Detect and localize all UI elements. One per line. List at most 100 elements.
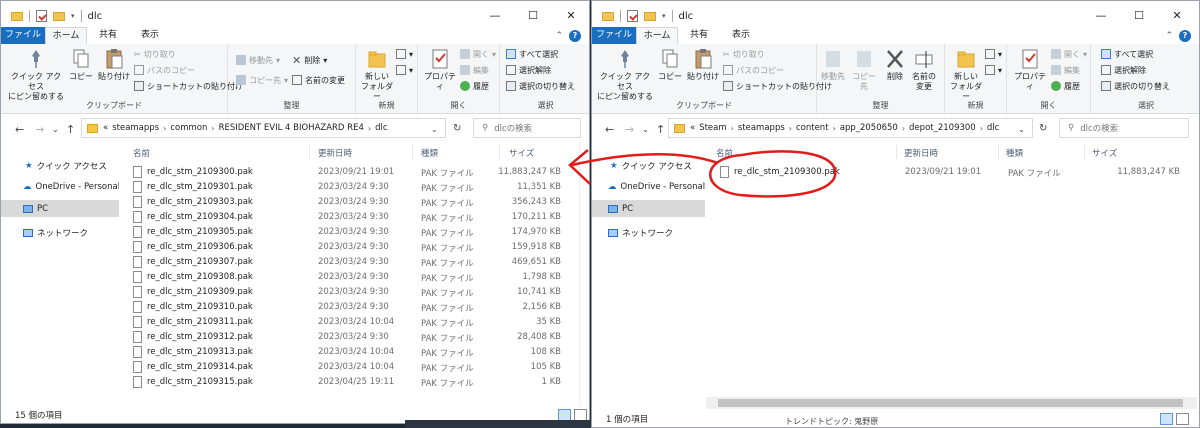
back-icon[interactable]: ← <box>605 123 614 136</box>
new-folder-button[interactable]: 新しい フォルダー <box>360 48 394 102</box>
pin-quick-access-button[interactable]: クイック アクセス にピン留めする <box>596 48 654 102</box>
tab-share[interactable]: 共有 <box>87 27 129 44</box>
breadcrumb-item[interactable]: Steam <box>699 123 726 133</box>
paste-button[interactable]: 貼り付け <box>686 48 720 82</box>
chevron-down-icon[interactable]: ▾ <box>662 12 666 20</box>
column-divider[interactable] <box>1084 145 1085 159</box>
vertical-scrollbar[interactable] <box>579 141 589 405</box>
file-row[interactable]: re_dlc_stm_2109309.pak 2023/03/24 9:30 PAK… <box>119 285 579 300</box>
paste-shortcut-button[interactable]: ショートカットの貼り付け <box>723 80 832 92</box>
edit-button[interactable]: 編集 <box>460 64 489 76</box>
properties-icon[interactable] <box>627 10 638 22</box>
minimize-icon[interactable]: — <box>476 5 514 27</box>
maximize-icon[interactable]: ☐ <box>514 5 552 27</box>
chevron-down-icon[interactable]: ⌄ <box>52 125 59 134</box>
chevron-right-icon[interactable]: › <box>980 124 983 133</box>
column-divider[interactable] <box>309 145 310 159</box>
chevron-right-icon[interactable]: › <box>368 124 371 133</box>
chevron-down-icon[interactable]: ⌄ <box>431 125 438 134</box>
file-row[interactable]: re_dlc_stm_2109314.pak 2023/03/24 10:04 PA… <box>119 360 579 375</box>
file-row[interactable]: re_dlc_stm_2109313.pak 2023/03/24 10:04 PA… <box>119 345 579 360</box>
nav-item-pc[interactable]: PC <box>592 200 705 217</box>
select-all-button[interactable]: すべて選択 <box>506 48 558 60</box>
column-header-date[interactable]: 更新日時 <box>904 147 938 159</box>
pin-quick-access-button[interactable]: クイック アクセス にピン留めする <box>7 48 65 102</box>
history-button[interactable]: 履歴 <box>1051 80 1080 92</box>
refresh-icon[interactable]: ↻ <box>453 123 461 134</box>
invert-selection-button[interactable]: 選択の切り替え <box>506 80 575 92</box>
new-folder-button[interactable]: 新しい フォルダー <box>949 48 983 102</box>
close-icon[interactable]: ✕ <box>1158 5 1196 27</box>
file-row[interactable]: re_dlc_stm_2109307.pak 2023/03/24 9:30 PAK… <box>119 255 579 270</box>
forward-icon[interactable]: → <box>35 123 44 136</box>
open-button[interactable]: 開く ▾ <box>460 48 496 60</box>
help-icon[interactable]: ? <box>1179 29 1191 42</box>
chevron-down-icon[interactable]: ▾ <box>71 12 75 20</box>
nav-item-pc[interactable]: PC <box>1 200 119 217</box>
cut-button[interactable]: ✂ 切り取り <box>134 48 176 60</box>
column-header-type[interactable]: 種類 <box>1006 147 1023 159</box>
address-bar[interactable]: « steamapps › common › RESIDENT EVIL 4 BIO… <box>81 118 446 138</box>
copy-path-button[interactable]: パスのコピー <box>134 64 195 76</box>
scrollbar-thumb[interactable] <box>718 399 1183 407</box>
tab-share[interactable]: 共有 <box>678 27 720 44</box>
file-row[interactable]: re_dlc_stm_2109315.pak 2023/04/25 19:11 PA… <box>119 375 579 390</box>
chevron-right-icon[interactable]: › <box>833 124 836 133</box>
nav-item-quick-access[interactable]: ★ クイック アクセス <box>1 157 119 174</box>
breadcrumb-item[interactable]: dlc <box>375 123 387 133</box>
large-icons-view-icon[interactable] <box>1176 413 1189 425</box>
copy-button[interactable]: コピー <box>69 48 93 82</box>
tab-view[interactable]: 表示 <box>720 27 762 44</box>
help-icon[interactable]: ? <box>569 29 581 42</box>
chevron-up-icon[interactable]: ⌃ <box>555 31 563 41</box>
cut-button[interactable]: ✂ 切り取り <box>723 48 765 60</box>
search-input[interactable]: ⚲ dlcの検索 <box>473 118 581 138</box>
column-header-date[interactable]: 更新日時 <box>318 147 352 159</box>
column-header-name[interactable]: 名前 <box>133 147 150 159</box>
copy-to-button[interactable]: コピー先 <box>849 48 879 92</box>
chevron-right-icon[interactable]: › <box>163 124 166 133</box>
select-none-button[interactable]: 選択解除 <box>1101 64 1146 76</box>
chevron-down-icon[interactable]: ⌄ <box>642 125 649 134</box>
file-row[interactable]: re_dlc_stm_2109303.pak 2023/03/24 9:30 PAK… <box>119 195 579 210</box>
file-row[interactable]: re_dlc_stm_2109300.pak 2023/09/21 19:01 PA… <box>706 165 1198 180</box>
breadcrumb-item[interactable]: steamapps <box>738 123 785 133</box>
chevron-right-icon[interactable]: › <box>211 124 214 133</box>
nav-item-quick-access[interactable]: ★ クイック アクセス <box>592 157 705 174</box>
chevron-right-icon[interactable]: › <box>902 124 905 133</box>
paste-button[interactable]: 貼り付け <box>97 48 131 82</box>
delete-button[interactable]: ✕ 削除 ▾ <box>292 54 327 67</box>
copy-to-button[interactable]: コピー先 ▾ <box>236 74 288 86</box>
breadcrumb-item[interactable]: content <box>796 123 829 133</box>
invert-selection-button[interactable]: 選択の切り替え <box>1101 80 1170 92</box>
file-row[interactable]: re_dlc_stm_2109308.pak 2023/03/24 9:30 PAK… <box>119 270 579 285</box>
new-item-button[interactable]: ▾ <box>985 48 1002 60</box>
tab-home[interactable]: ホーム <box>45 27 87 44</box>
column-divider[interactable] <box>896 145 897 159</box>
tab-file[interactable]: ファイル <box>592 27 636 44</box>
address-bar[interactable]: « Steam › steamapps › content › app_2050650… <box>668 118 1033 138</box>
select-none-button[interactable]: 選択解除 <box>506 64 551 76</box>
chevron-right-icon[interactable]: › <box>789 124 792 133</box>
column-header-size[interactable]: サイズ <box>509 147 534 159</box>
column-divider[interactable] <box>412 145 413 159</box>
new-item-button[interactable]: ▾ <box>396 48 413 60</box>
history-button[interactable]: 履歴 <box>460 80 489 92</box>
easy-access-button[interactable]: ▾ <box>396 64 413 76</box>
chevron-right-icon[interactable]: › <box>731 124 734 133</box>
easy-access-button[interactable]: ▾ <box>985 64 1002 76</box>
address-prefix[interactable]: « <box>690 123 695 133</box>
rename-button[interactable]: 名前の変更 <box>292 74 345 86</box>
move-to-button[interactable]: 移動先 <box>819 48 847 82</box>
chevron-up-icon[interactable]: ⌃ <box>1165 31 1173 41</box>
forward-icon[interactable]: → <box>625 123 634 136</box>
search-input[interactable]: ⚲ dlcの検索 <box>1059 118 1189 138</box>
close-icon[interactable]: ✕ <box>552 5 589 27</box>
file-row[interactable]: re_dlc_stm_2109300.pak 2023/09/21 19:01 PA… <box>119 165 579 180</box>
tab-home[interactable]: ホーム <box>636 27 678 44</box>
breadcrumb-item[interactable]: dlc <box>987 123 999 133</box>
file-row[interactable]: re_dlc_stm_2109312.pak 2023/03/24 9:30 PAK… <box>119 330 579 345</box>
nav-item-network[interactable]: ネットワーク <box>1 224 119 241</box>
delete-button[interactable]: 削除 <box>883 48 907 82</box>
new-folder-icon[interactable] <box>644 11 656 21</box>
